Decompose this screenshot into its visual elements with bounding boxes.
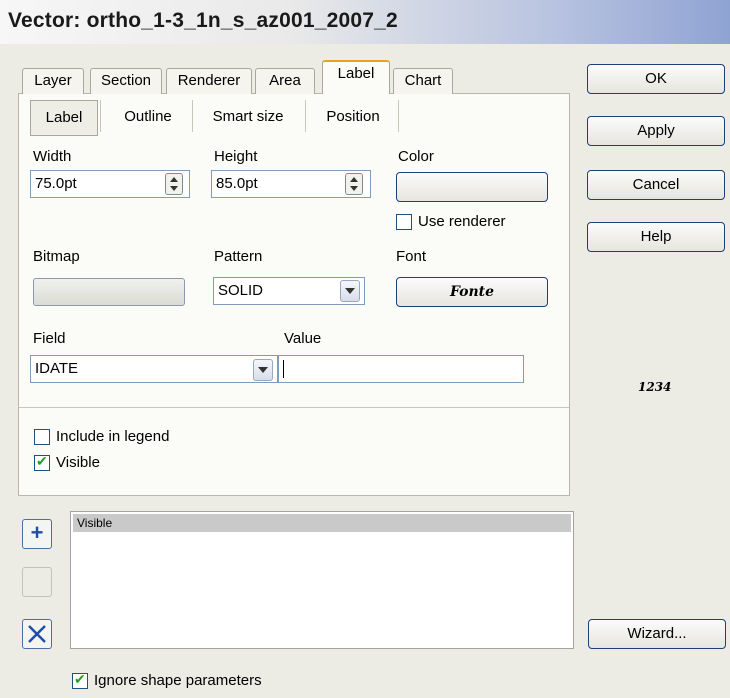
subtab-position[interactable]: Position [312, 100, 394, 136]
subtab-separator [100, 100, 101, 132]
color-button[interactable] [396, 172, 548, 202]
bitmap-label: Bitmap [33, 248, 80, 265]
ok-button[interactable]: OK [587, 64, 725, 94]
use-renderer-checkbox[interactable] [396, 214, 412, 230]
use-renderer-label: Use renderer [418, 213, 506, 230]
tab-layer[interactable]: Layer [22, 68, 84, 94]
include-legend-label: Include in legend [56, 428, 170, 445]
label-preview: 1234 [638, 380, 672, 394]
subtab-separator [192, 100, 193, 132]
width-spinner[interactable] [165, 173, 183, 195]
font-button[interactable]: Fonte [396, 277, 548, 307]
apply-button[interactable]: Apply [587, 116, 725, 146]
value-input[interactable] [278, 355, 524, 383]
field-value: IDATE [35, 360, 79, 377]
delete-button[interactable] [22, 619, 52, 649]
bitmap-button[interactable] [33, 278, 185, 306]
visible-label: Visible [56, 454, 100, 471]
list-item-text: Visible [77, 516, 113, 530]
section-divider [19, 407, 569, 408]
height-label: Height [214, 148, 258, 165]
cancel-button[interactable]: Cancel [587, 170, 725, 200]
height-spinner[interactable] [345, 173, 363, 195]
width-value: 75.0pt [35, 175, 77, 192]
pattern-label: Pattern [214, 248, 263, 265]
ignore-shape-label: Ignore shape parameters [94, 672, 262, 689]
include-legend-checkbox[interactable] [34, 429, 50, 445]
ignore-shape-checkbox[interactable] [72, 671, 88, 689]
width-label: Width [33, 148, 72, 165]
help-button[interactable]: Help [587, 222, 725, 252]
tab-area[interactable]: Area [255, 68, 315, 94]
field-label: Field [33, 330, 66, 347]
subtab-smart-size[interactable]: Smart size [200, 100, 296, 136]
plus-icon: + [30, 520, 44, 545]
condition-list[interactable]: Visible [70, 511, 574, 649]
add-button[interactable]: + [22, 519, 52, 549]
subtab-label[interactable]: Label [30, 100, 98, 136]
tab-section[interactable]: Section [90, 68, 162, 94]
font-label: Font [396, 248, 427, 265]
field-select[interactable]: IDATE [30, 355, 278, 383]
field-dropdown-arrow[interactable] [253, 359, 273, 381]
subtab-outline[interactable]: Outline [110, 100, 186, 136]
subtab-separator [305, 100, 306, 132]
window-title: Vector: ortho_1-3_1n_s_az001_2007_2 [8, 9, 398, 32]
height-value: 85.0pt [216, 175, 258, 192]
pattern-dropdown-arrow[interactable] [340, 280, 360, 302]
list-item[interactable]: Visible [73, 514, 571, 532]
subtab-label-text: Label [45, 109, 83, 126]
title-bar: Vector: ortho_1-3_1n_s_az001_2007_2 [0, 0, 730, 44]
edit-button-disabled [22, 567, 52, 597]
pattern-value: SOLID [218, 282, 264, 299]
tab-chart[interactable]: Chart [393, 68, 453, 94]
text-cursor [283, 360, 284, 378]
subtab-separator [398, 100, 399, 132]
visible-checkbox[interactable] [34, 453, 50, 471]
tab-label[interactable]: Label [322, 60, 390, 94]
wizard-button[interactable]: Wizard... [588, 619, 726, 649]
color-label: Color [398, 148, 434, 165]
value-label: Value [284, 330, 322, 347]
tab-renderer[interactable]: Renderer [166, 68, 252, 94]
delete-x-icon [28, 625, 46, 643]
